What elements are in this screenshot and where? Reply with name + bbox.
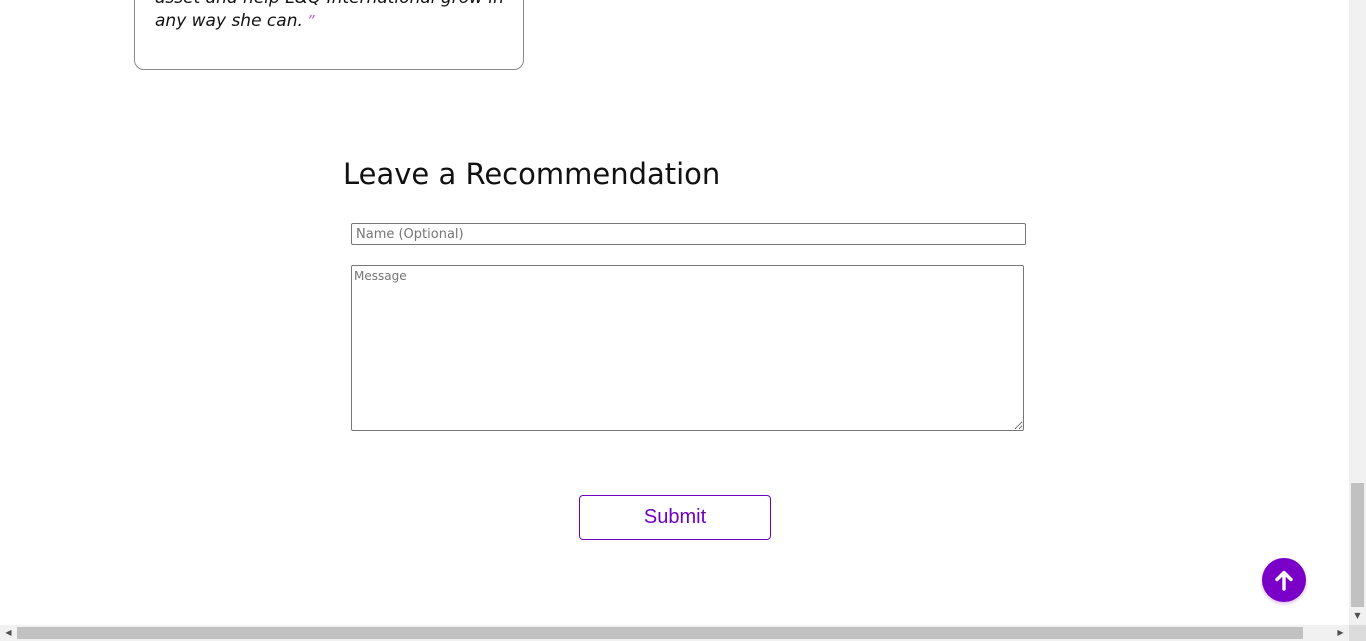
- vertical-scrollbar-thumb[interactable]: [1351, 483, 1364, 607]
- arrow-up-icon: [1275, 570, 1293, 591]
- scroll-to-top-button[interactable]: [1262, 558, 1306, 602]
- horizontal-scrollbar[interactable]: ◀ ▶: [0, 625, 1349, 641]
- scroll-right-arrow-icon[interactable]: ▶: [1332, 625, 1349, 641]
- scroll-left-arrow-icon[interactable]: ◀: [0, 625, 17, 641]
- scrollbar-corner: [1349, 625, 1366, 641]
- name-input[interactable]: [351, 223, 1026, 245]
- submit-button[interactable]: Submit: [579, 495, 771, 540]
- horizontal-scrollbar-thumb[interactable]: [17, 627, 1303, 639]
- close-quote-icon: ”: [306, 12, 315, 30]
- vertical-scrollbar[interactable]: ▼: [1349, 0, 1366, 625]
- testimonial-line-2: any way she can.: [155, 11, 303, 31]
- scroll-down-arrow-icon[interactable]: ▼: [1349, 611, 1366, 621]
- testimonial-card: asset and help L&Q International grow in…: [134, 0, 524, 70]
- form-title: Leave a Recommendation: [343, 157, 721, 191]
- message-textarea[interactable]: [351, 265, 1024, 431]
- testimonial-text: asset and help L&Q International grow in…: [155, 0, 505, 33]
- testimonial-line-1: asset and help L&Q International grow in: [155, 0, 504, 8]
